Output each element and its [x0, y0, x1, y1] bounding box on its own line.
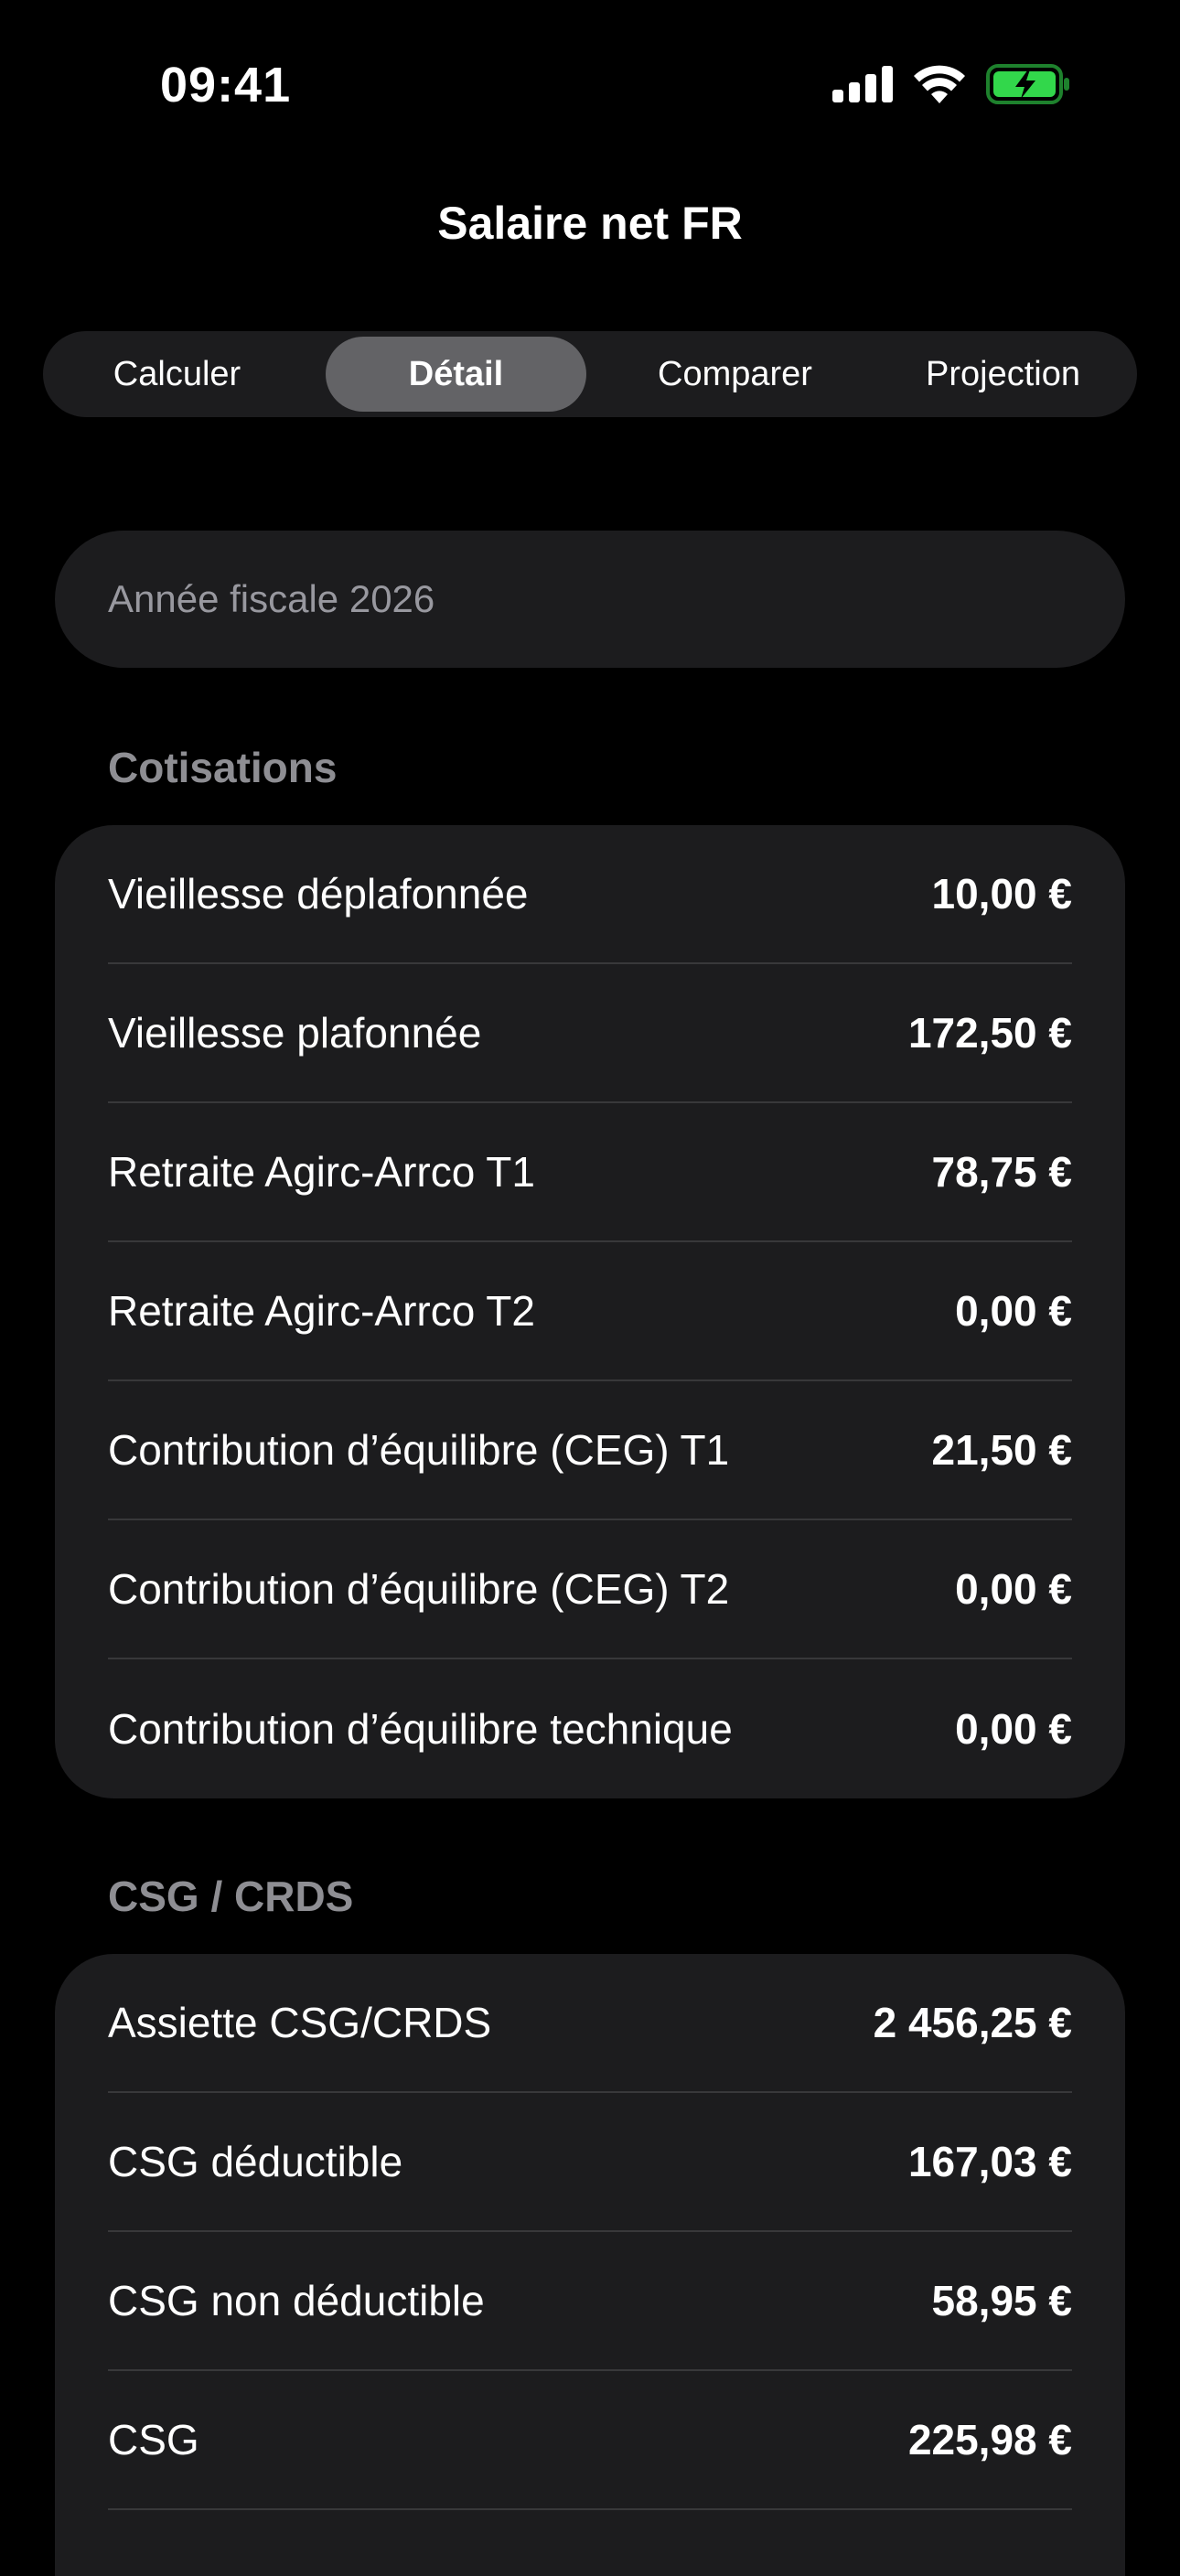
- cellular-signal-icon: [832, 66, 893, 102]
- row-label: Retraite Agirc-Arrco T1: [108, 1148, 535, 1196]
- list-item: Retraite Agirc-Arrco T2 0,00 €: [108, 1242, 1072, 1381]
- status-icons: [832, 64, 1070, 104]
- row-value: 167,03 €: [907, 2138, 1072, 2185]
- row-label: Contribution d’équilibre technique: [108, 1705, 733, 1753]
- row-label: Vieillesse déplafonnée: [108, 870, 529, 918]
- list-item: CSG 225,98 €: [108, 2371, 1072, 2510]
- row-value: 0,00 €: [955, 1705, 1072, 1753]
- list-item: Vieillesse plafonnée 172,50 €: [108, 964, 1072, 1103]
- row-value: 225,98 €: [907, 2416, 1072, 2463]
- row-label: Contribution d’équilibre (CEG) T2: [108, 1565, 730, 1613]
- tab-detail[interactable]: Détail: [326, 337, 586, 412]
- row-value: 21,50 €: [931, 1426, 1072, 1474]
- row-label: CSG: [108, 2416, 199, 2463]
- tab-calculer[interactable]: Calculer: [47, 337, 307, 412]
- row-value: 0,00 €: [955, 1287, 1072, 1335]
- status-time: 09:41: [160, 58, 292, 113]
- row-label: CSG non déductible: [108, 2277, 485, 2324]
- section-header-cotisations: Cotisations: [108, 744, 338, 791]
- list-item: Contribution d’équilibre (CEG) T2 0,00 €: [108, 1520, 1072, 1659]
- battery-charging-icon: [986, 64, 1070, 104]
- row-value: 0,00 €: [955, 1565, 1072, 1613]
- list-item: Assiette CSG/CRDS 2 456,25 €: [108, 1954, 1072, 2093]
- list-item: Vieillesse déplafonnée 10,00 €: [108, 825, 1072, 964]
- row-value: 78,75 €: [931, 1148, 1072, 1196]
- row-value: 58,95 €: [931, 2277, 1072, 2324]
- tab-comparer[interactable]: Comparer: [605, 337, 865, 412]
- page-title: Salaire net FR: [437, 198, 743, 249]
- tab-projection[interactable]: Projection: [873, 337, 1133, 412]
- fiscal-year-field[interactable]: Année fiscale 2026: [55, 531, 1125, 668]
- fiscal-year-label: Année fiscale 2026: [108, 577, 435, 620]
- list-item: Contribution d’équilibre technique 0,00 …: [108, 1659, 1072, 1798]
- row-label: Vieillesse plafonnée: [108, 1009, 482, 1057]
- row-value: 172,50 €: [907, 1009, 1072, 1057]
- status-bar: 09:41: [0, 0, 1180, 174]
- row-label: Contribution d’équilibre (CEG) T1: [108, 1426, 730, 1474]
- list-item: Contribution d’équilibre (CEG) T1 21,50 …: [108, 1381, 1072, 1520]
- csg-crds-card: Assiette CSG/CRDS 2 456,25 € CSG déducti…: [55, 1954, 1125, 2576]
- list-item: Retraite Agirc-Arrco T1 78,75 €: [108, 1103, 1072, 1242]
- list-item: CSG non déductible 58,95 €: [108, 2232, 1072, 2371]
- section-header-csg-crds: CSG / CRDS: [108, 1873, 354, 1920]
- row-value: 2 456,25 €: [873, 1999, 1072, 2046]
- row-value: 10,00 €: [931, 870, 1072, 918]
- row-label: Assiette CSG/CRDS: [108, 1999, 492, 2046]
- list-item: CSG déductible 167,03 €: [108, 2093, 1072, 2232]
- wifi-icon: [913, 65, 966, 103]
- segmented-control: Calculer Détail Comparer Projection: [43, 331, 1137, 417]
- row-label: CSG déductible: [108, 2138, 403, 2185]
- cotisations-card: Vieillesse déplafonnée 10,00 € Vieilless…: [55, 825, 1125, 1798]
- row-label: Retraite Agirc-Arrco T2: [108, 1287, 535, 1335]
